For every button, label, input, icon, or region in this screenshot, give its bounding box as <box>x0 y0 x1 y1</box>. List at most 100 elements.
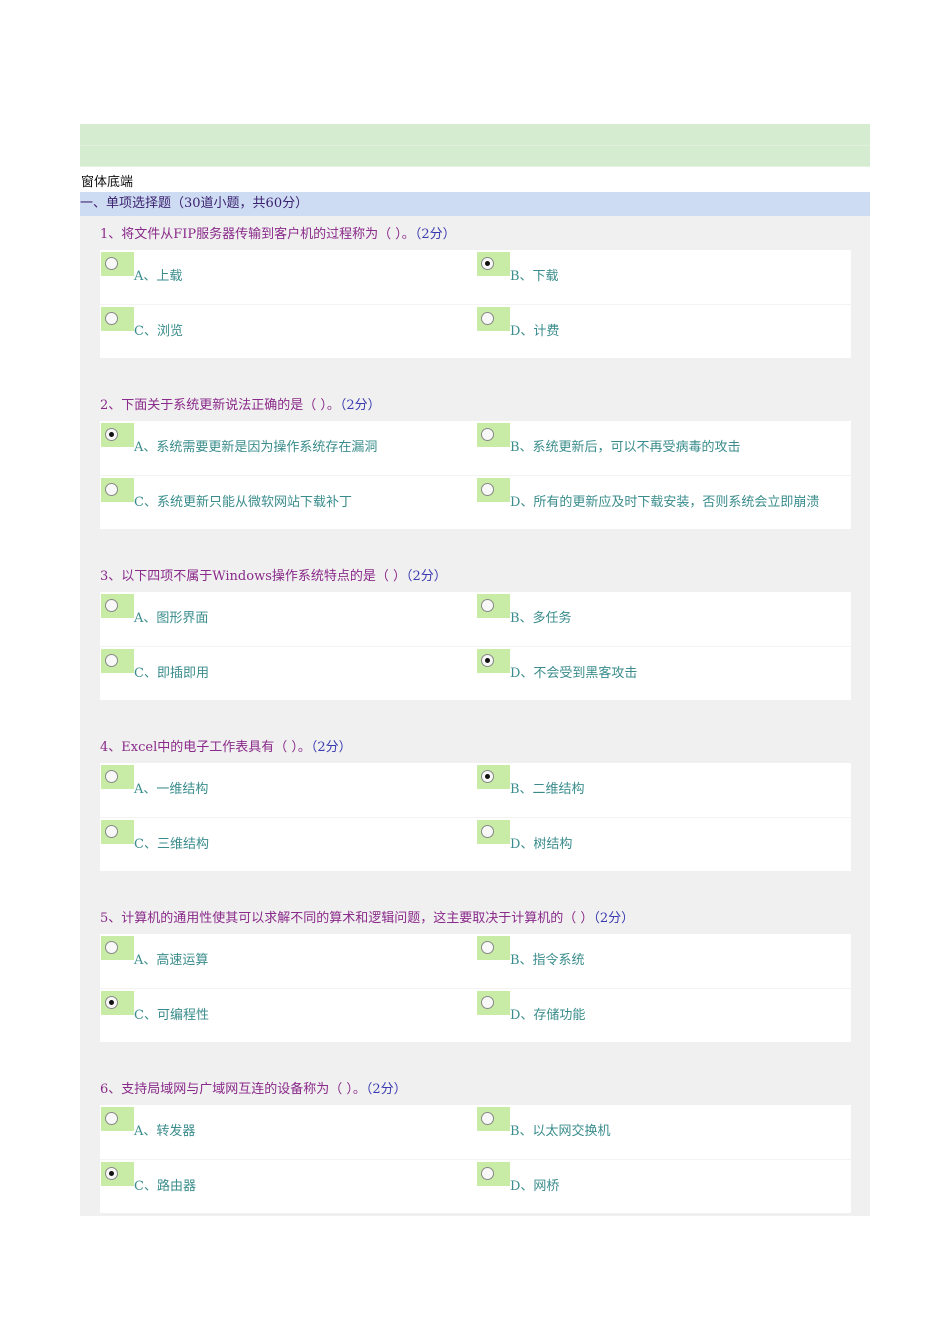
question-text: 6、支持局域网与广域网互连的设备称为（ ）。 <box>100 1082 366 1097</box>
option-a[interactable]: A、一维结构 <box>101 765 208 797</box>
radio-circle-icon <box>105 770 118 783</box>
question-title: 4、Excel中的电子工作表具有（ ）。（2分） <box>100 729 851 763</box>
radio-button[interactable] <box>101 478 134 502</box>
question-title: 2、下面关于系统更新说法正确的是（ ）。（2分） <box>100 387 851 421</box>
option-b[interactable]: B、系统更新后，可以不再受病毒的攻击 <box>477 423 741 455</box>
radio-button[interactable] <box>477 649 510 673</box>
option-b[interactable]: B、以太网交换机 <box>477 1107 611 1139</box>
radio-button[interactable] <box>101 252 134 276</box>
option-label: A、一维结构 <box>134 782 209 797</box>
radio-button[interactable] <box>101 991 134 1015</box>
question: 3、以下四项不属于Windows操作系统特点的是（ ）（2分） A、图形界面 B、多… <box>100 558 851 700</box>
radio-circle-icon <box>481 1167 494 1180</box>
option-b[interactable]: B、指令系统 <box>477 936 585 968</box>
radio-circle-icon <box>481 483 494 496</box>
option-d[interactable]: D、网桥 <box>477 1162 559 1194</box>
options-group: A、转发器 B、以太网交换机 C、路由器 D、网桥 <box>100 1105 851 1213</box>
radio-circle-icon <box>481 770 494 783</box>
option-label: D、存储功能 <box>510 1008 586 1023</box>
question-text: 5、计算机的通用性使其可以求解不同的算术和逻辑问题，这主要取决于计算机的（ ） <box>100 911 594 926</box>
radio-button[interactable] <box>477 423 510 447</box>
question-title: 1、将文件从FIP服务器传输到客户机的过程称为（ ）。（2分） <box>100 216 851 250</box>
option-label: B、指令系统 <box>510 953 585 968</box>
option-label: C、三维结构 <box>134 837 209 852</box>
option-a[interactable]: A、上载 <box>101 252 182 284</box>
option-d[interactable]: D、计费 <box>477 307 559 339</box>
radio-button[interactable] <box>101 765 134 789</box>
radio-button[interactable] <box>477 765 510 789</box>
question-text: 2、下面关于系统更新说法正确的是（ ）。 <box>100 398 340 413</box>
option-d[interactable]: D、不会受到黑客攻击 <box>477 649 637 681</box>
option-a[interactable]: A、转发器 <box>101 1107 195 1139</box>
radio-button[interactable] <box>477 991 510 1015</box>
radio-circle-icon <box>481 312 494 325</box>
option-b[interactable]: B、下载 <box>477 252 559 284</box>
option-label: C、系统更新只能从微软网站下载补丁 <box>134 495 352 510</box>
option-b[interactable]: B、多任务 <box>477 594 572 626</box>
question-score: （2分） <box>365 1082 407 1097</box>
options-group: A、高速运算 B、指令系统 C、可编程性 D、存储功能 <box>100 934 851 1042</box>
radio-circle-icon <box>481 941 494 954</box>
question: 5、计算机的通用性使其可以求解不同的算术和逻辑问题，这主要取决于计算机的（ ）（… <box>100 900 851 1042</box>
question: 4、Excel中的电子工作表具有（ ）。（2分） A、一维结构 B、二维结构 C、三维… <box>100 729 851 871</box>
option-label: C、路由器 <box>134 1179 196 1194</box>
radio-button[interactable] <box>101 820 134 844</box>
radio-button[interactable] <box>477 1162 510 1186</box>
radio-circle-icon <box>481 428 494 441</box>
question-score: （2分） <box>414 227 456 242</box>
question-title: 5、计算机的通用性使其可以求解不同的算术和逻辑问题，这主要取决于计算机的（ ）（… <box>100 900 851 934</box>
option-c[interactable]: C、可编程性 <box>101 991 209 1023</box>
option-d[interactable]: D、所有的更新应及时下载安装，否则系统会立即崩溃 <box>477 478 819 510</box>
question-text: 1、将文件从FIP服务器传输到客户机的过程称为（ ）。 <box>100 227 415 242</box>
option-c[interactable]: C、浏览 <box>101 307 183 339</box>
radio-button[interactable] <box>101 423 134 447</box>
radio-circle-icon <box>481 257 494 270</box>
question-score: （2分） <box>310 740 352 755</box>
option-a[interactable]: A、高速运算 <box>101 936 208 968</box>
radio-circle-icon <box>105 1167 118 1180</box>
radio-button[interactable] <box>477 594 510 618</box>
options-row: C、系统更新只能从微软网站下载补丁 D、所有的更新应及时下载安装，否则系统会立即崩… <box>100 475 851 530</box>
radio-button[interactable] <box>477 820 510 844</box>
section-header: 一、单项选择题（30道小题，共60分） <box>80 192 870 216</box>
radio-button[interactable] <box>477 1107 510 1131</box>
options-group: A、图形界面 B、多任务 C、即插即用 D、不会受到黑客攻击 <box>100 592 851 700</box>
question: 6、支持局域网与广域网互连的设备称为（ ）。（2分） A、转发器 B、以太网交换机 C… <box>100 1071 851 1213</box>
radio-button[interactable] <box>101 594 134 618</box>
question-text: 4、Excel中的电子工作表具有（ ）。 <box>100 740 311 755</box>
radio-circle-icon <box>481 599 494 612</box>
option-c[interactable]: C、即插即用 <box>101 649 209 681</box>
radio-button[interactable] <box>477 307 510 331</box>
option-label: B、下载 <box>510 269 559 284</box>
radio-circle-icon <box>105 941 118 954</box>
options-row: C、可编程性 D、存储功能 <box>100 988 851 1043</box>
option-c[interactable]: C、三维结构 <box>101 820 209 852</box>
radio-circle-icon <box>105 825 118 838</box>
options-row: A、上载 B、下载 <box>100 250 851 304</box>
option-label: B、以太网交换机 <box>510 1124 611 1139</box>
option-b[interactable]: B、二维结构 <box>477 765 585 797</box>
question-score: （2分） <box>406 569 447 584</box>
option-a[interactable]: A、系统需要更新是因为操作系统存在漏洞 <box>101 423 377 455</box>
radio-button[interactable] <box>477 478 510 502</box>
radio-circle-icon <box>481 654 494 667</box>
option-label: C、浏览 <box>134 324 183 339</box>
question-score: （2分） <box>593 911 635 926</box>
radio-button[interactable] <box>477 252 510 276</box>
option-c[interactable]: C、路由器 <box>101 1162 196 1194</box>
option-c[interactable]: C、系统更新只能从微软网站下载补丁 <box>101 478 352 510</box>
option-d[interactable]: D、树结构 <box>477 820 572 852</box>
option-d[interactable]: D、存储功能 <box>477 991 585 1023</box>
radio-circle-icon <box>105 1112 118 1125</box>
radio-button[interactable] <box>101 649 134 673</box>
options-row: A、系统需要更新是因为操作系统存在漏洞 B、系统更新后，可以不再受病毒的攻击 <box>100 421 851 475</box>
form-end-label: 窗体底端 <box>81 175 134 190</box>
option-a[interactable]: A、图形界面 <box>101 594 208 626</box>
radio-button[interactable] <box>101 307 134 331</box>
radio-circle-icon <box>105 312 118 325</box>
radio-button[interactable] <box>477 936 510 960</box>
radio-button[interactable] <box>101 1107 134 1131</box>
questions-area: 1、将文件从FIP服务器传输到客户机的过程称为（ ）。（2分） A、上载 B、下载 C… <box>80 216 870 1216</box>
radio-button[interactable] <box>101 936 134 960</box>
radio-button[interactable] <box>101 1162 134 1186</box>
